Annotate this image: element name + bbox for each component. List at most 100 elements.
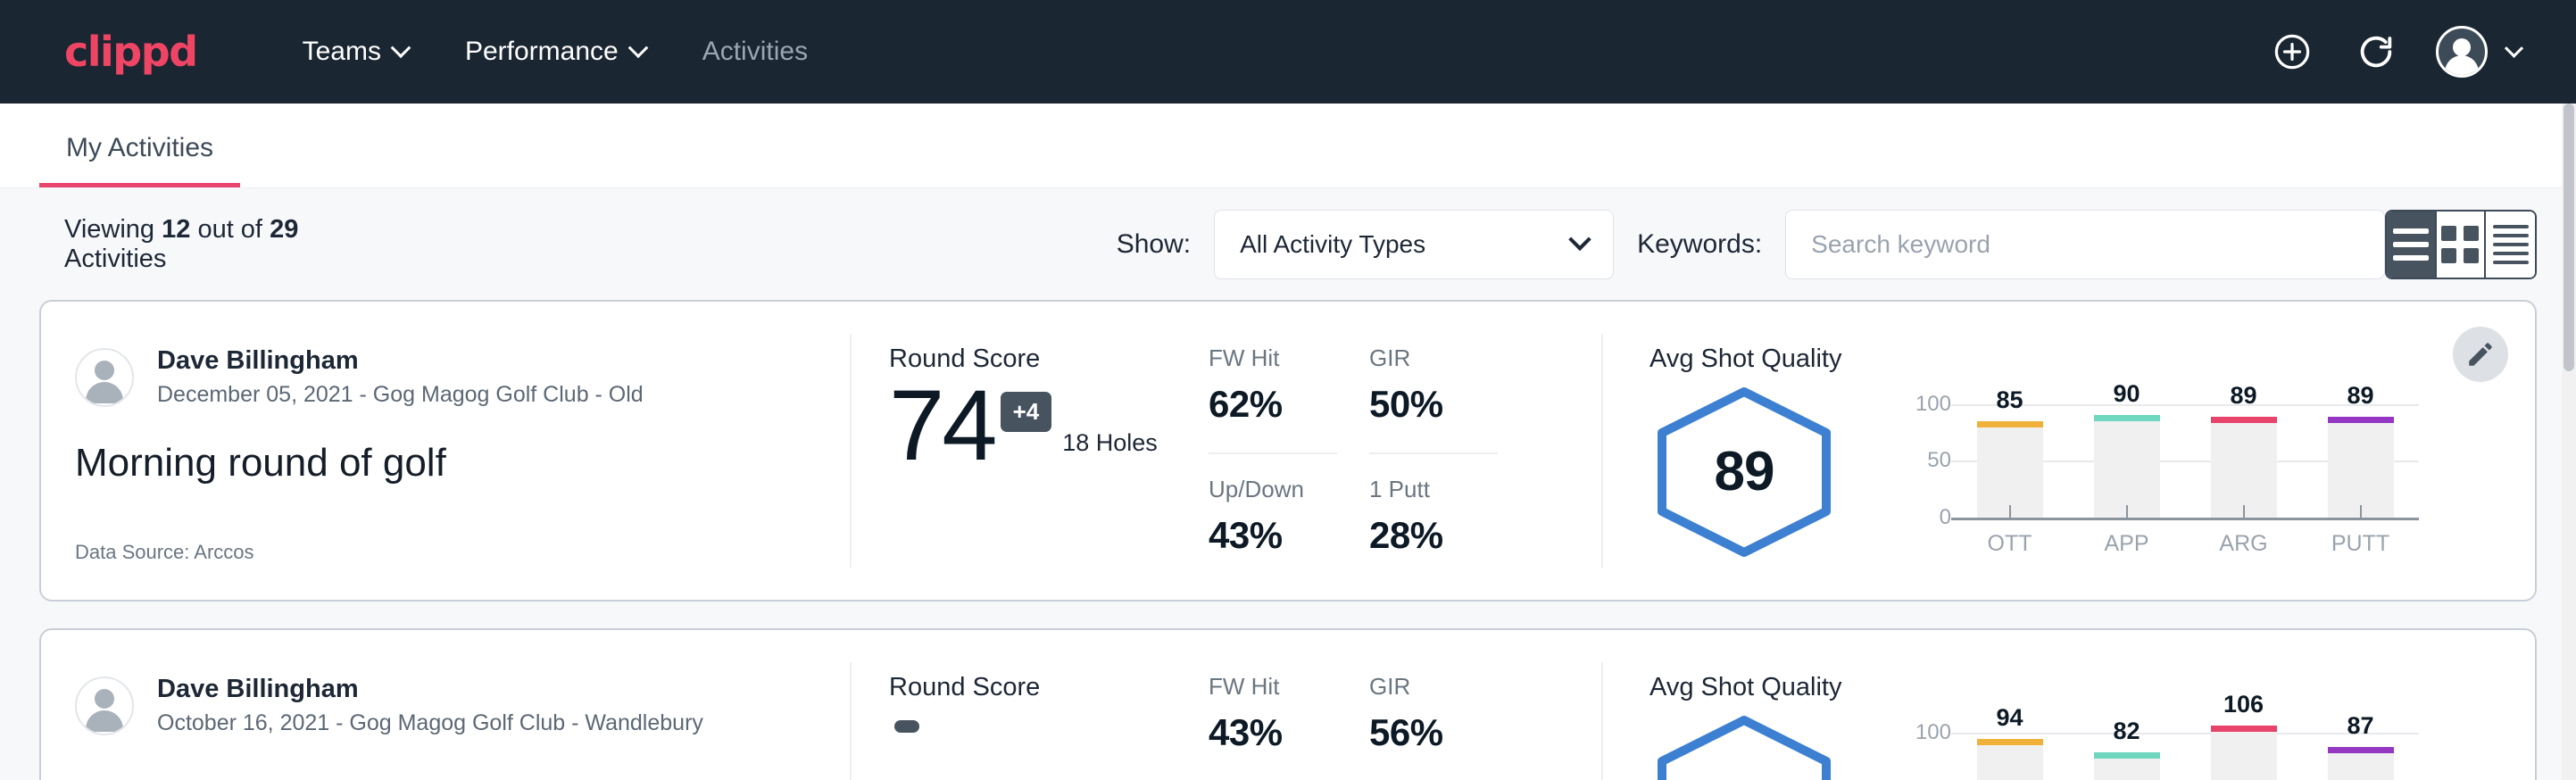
filter-controls: Show: All Activity Types Keywords: xyxy=(1117,210,2385,279)
activity-info: Dave Billingham December 05, 2021 - Gog … xyxy=(41,302,850,600)
compact-icon-bar xyxy=(2493,252,2529,255)
x-tick-label: PUTT xyxy=(2328,531,2394,557)
refresh-icon[interactable] xyxy=(2352,28,2400,76)
stat-value: 50% xyxy=(1369,383,1498,426)
chart-bar: 87 xyxy=(2328,716,2394,780)
bar-value-label: 106 xyxy=(2223,691,2264,718)
chart-y-axis: 100500 xyxy=(1898,387,1951,557)
quality-score xyxy=(1649,713,1839,780)
activity-type-select[interactable]: All Activity Types xyxy=(1214,210,1614,279)
clippd-logo[interactable]: clippd xyxy=(64,28,197,76)
quality-hexagon: 89 xyxy=(1649,385,1839,560)
avatar-head xyxy=(2453,38,2471,56)
top-navigation-bar: clippd Teams Performance Activities xyxy=(0,0,2576,104)
tab-my-activities[interactable]: My Activities xyxy=(39,133,240,187)
data-source: Data Source: Arccos xyxy=(75,541,814,564)
avg-shot-quality-section: Avg Shot Quality 100500 948210687OTTAPPA… xyxy=(1603,630,2535,780)
viewing-suffix: Activities xyxy=(64,245,166,273)
bar-value-label: 82 xyxy=(2113,718,2140,745)
list-icon-bar xyxy=(2393,242,2429,247)
x-tick xyxy=(2094,505,2160,518)
round-score-value-row: 74 +4 18 Holes xyxy=(889,379,1209,471)
activity-list: Dave Billingham December 05, 2021 - Gog … xyxy=(0,300,2576,780)
stat-value: 56% xyxy=(1369,711,1498,754)
chevron-down-icon xyxy=(2505,38,2523,57)
stat-up-down: Up/Down 43% xyxy=(1209,454,1337,564)
shot-quality-chart: 100500 948210687OTTAPPARGPUTT xyxy=(1898,716,2419,780)
round-score-label: Round Score xyxy=(889,673,1209,702)
list-view-button[interactable] xyxy=(2387,212,2436,278)
y-tick-label: 100 xyxy=(1915,720,1951,745)
x-tick xyxy=(2328,505,2394,518)
nav-item-performance[interactable]: Performance xyxy=(436,28,674,76)
compact-icon-bar xyxy=(2493,243,2529,246)
search-input[interactable] xyxy=(1785,210,2385,279)
chart-x-ticks xyxy=(1951,505,2419,518)
activity-card[interactable]: Dave Billingham October 16, 2021 - Gog M… xyxy=(39,628,2537,780)
user-name: Dave Billingham xyxy=(157,673,703,705)
stat-value: 28% xyxy=(1369,514,1498,557)
grid-view-button[interactable] xyxy=(2437,212,2486,278)
bar-cap xyxy=(2328,417,2394,423)
nav-item-teams[interactable]: Teams xyxy=(274,28,436,76)
score-to-par-badge: +4 xyxy=(1001,392,1052,432)
bar-fill xyxy=(2094,752,2160,780)
chart-bar: 89 xyxy=(2328,387,2394,518)
x-tick-label: OTT xyxy=(1977,531,2043,557)
chevron-down-icon xyxy=(391,37,411,58)
bar-value-label: 87 xyxy=(2347,712,2373,740)
add-icon[interactable] xyxy=(2268,28,2316,76)
activity-user: Dave Billingham December 05, 2021 - Gog … xyxy=(75,344,814,411)
nav-item-teams-label: Teams xyxy=(303,37,381,67)
bar-fill xyxy=(2328,747,2394,780)
chart-plot-area: 948210687OTTAPPARGPUTT xyxy=(1951,716,2419,780)
bar-cap xyxy=(1977,421,2043,427)
stat-label: FW Hit xyxy=(1209,344,1337,372)
list-icon-bar xyxy=(2393,228,2429,234)
list-icon-bar xyxy=(2393,255,2429,261)
shot-quality-chart: 100500 85908989OTTAPPARGPUTT xyxy=(1898,387,2419,557)
y-tick-label: 0 xyxy=(1940,505,1951,530)
nav-item-performance-label: Performance xyxy=(465,37,619,67)
y-tick-label: 100 xyxy=(1915,392,1951,417)
compact-view-button[interactable] xyxy=(2486,212,2535,278)
holes-count: 18 Holes xyxy=(1062,429,1158,457)
bar-value-label: 94 xyxy=(1996,704,2023,732)
quality-score: 89 xyxy=(1649,385,1839,560)
bar-fill xyxy=(2328,417,2394,518)
viewing-count-text: Viewing 12 out of 29 Activities xyxy=(64,215,313,274)
stat-label: FW Hit xyxy=(1209,673,1337,701)
chart-bar: 94 xyxy=(1977,716,2043,780)
account-menu[interactable] xyxy=(2436,26,2521,78)
bar-cap xyxy=(2328,747,2394,753)
activity-type-select-value: All Activity Types xyxy=(1240,230,1425,259)
keywords-label: Keywords: xyxy=(1637,229,1762,260)
bar-fill xyxy=(2211,417,2277,518)
show-label: Show: xyxy=(1117,229,1191,260)
viewing-prefix: Viewing xyxy=(64,215,154,244)
stat-fw-hit: FW Hit 43% xyxy=(1209,673,1337,780)
edit-activity-button[interactable] xyxy=(2453,327,2508,382)
x-tick xyxy=(2211,505,2277,518)
scrollbar-thumb[interactable] xyxy=(2564,104,2574,371)
page-scrollbar[interactable] xyxy=(2562,104,2576,780)
viewing-middle: out of xyxy=(197,215,262,244)
avatar xyxy=(75,676,134,735)
quality-hexagon xyxy=(1649,713,1839,780)
avg-shot-quality-label: Avg Shot Quality xyxy=(1649,344,2419,374)
avg-shot-quality-label: Avg Shot Quality xyxy=(1649,673,2419,702)
nav-item-activities-label: Activities xyxy=(702,37,808,67)
avg-shot-quality-body: 100500 948210687OTTAPPARGPUTT xyxy=(1649,708,2419,780)
activity-card[interactable]: Dave Billingham December 05, 2021 - Gog … xyxy=(39,300,2537,602)
activity-meta: December 05, 2021 - Gog Magog Golf Club … xyxy=(157,380,644,411)
stat-value: 43% xyxy=(1209,514,1337,557)
nav-actions xyxy=(2268,26,2521,78)
chart-bar: 90 xyxy=(2094,387,2160,518)
chart-bar: 106 xyxy=(2211,716,2277,780)
bar-value-label: 85 xyxy=(1996,386,2023,414)
stat-label: GIR xyxy=(1369,673,1498,701)
round-stats: FW Hit 62% GIR 50% Up/Down 43% 1 Putt 28… xyxy=(1209,302,1601,600)
stat-gir: GIR 56% xyxy=(1369,673,1498,780)
activity-user: Dave Billingham October 16, 2021 - Gog M… xyxy=(75,673,814,739)
nav-item-activities[interactable]: Activities xyxy=(674,28,836,76)
